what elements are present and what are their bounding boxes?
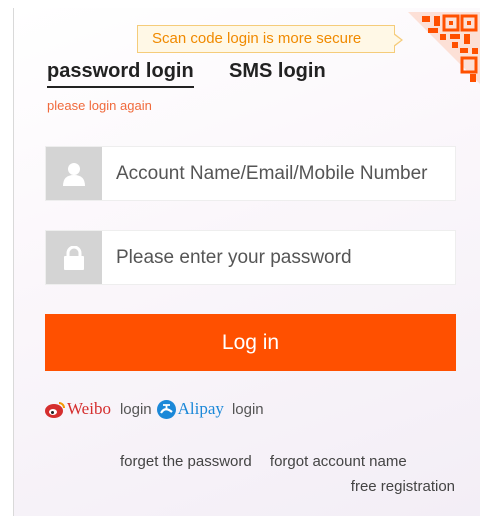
weibo-icon[interactable] <box>45 401 65 418</box>
weibo-login-link[interactable]: login <box>120 401 152 418</box>
alipay-icon[interactable] <box>156 399 176 419</box>
forgot-account-link[interactable]: forgot account name <box>270 453 407 470</box>
account-input[interactable] <box>102 147 455 200</box>
password-input[interactable] <box>102 231 455 284</box>
help-links: forget the password forgot account name <box>120 453 407 470</box>
tab-password-login[interactable]: password login <box>47 60 194 88</box>
alipay-login-link[interactable]: login <box>232 401 264 418</box>
scan-login-tooltip: Scan code login is more secure <box>137 25 403 53</box>
user-icon <box>46 147 102 200</box>
password-field <box>45 230 456 285</box>
tab-sms-login[interactable]: SMS login <box>229 60 326 83</box>
register-link[interactable]: free registration <box>351 478 455 495</box>
qr-code-icon[interactable] <box>408 12 480 84</box>
login-notice: please login again <box>47 98 152 113</box>
lock-icon <box>46 231 102 284</box>
alipay-label[interactable]: Alipay <box>178 399 224 419</box>
weibo-label[interactable]: Weibo <box>67 399 111 419</box>
account-field <box>45 146 456 201</box>
tooltip-text: Scan code login is more secure <box>152 30 362 47</box>
forget-password-link[interactable]: forget the password <box>120 453 252 470</box>
login-button[interactable]: Log in <box>45 314 456 371</box>
third-party-login: Weibo login Alipay login <box>45 399 264 419</box>
